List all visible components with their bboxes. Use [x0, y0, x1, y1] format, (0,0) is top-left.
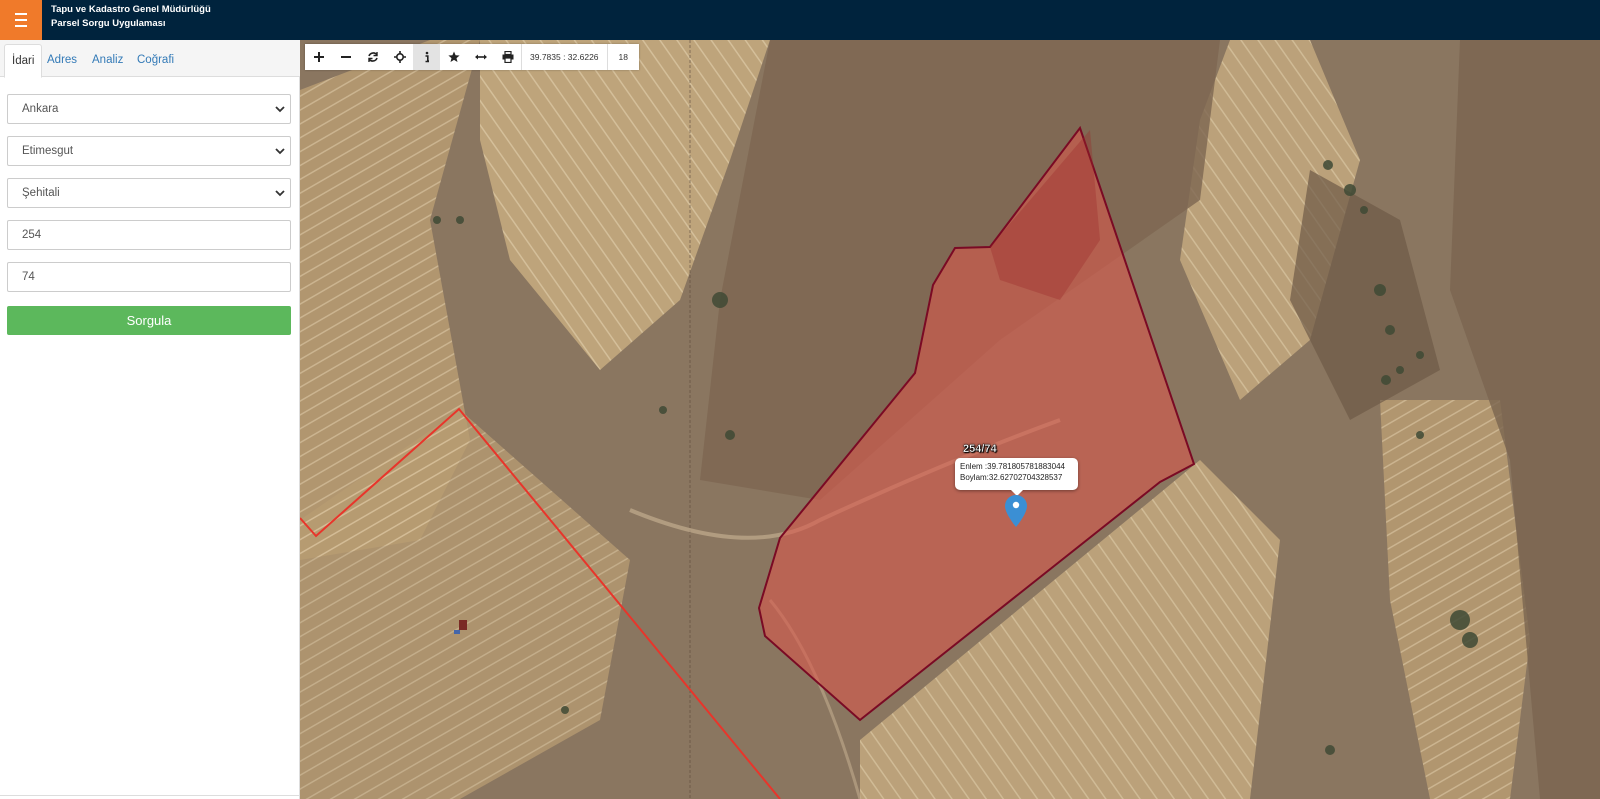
- map-view[interactable]: 39.7835 : 32.6226 18 254/74 Enlem :39.78…: [300, 40, 1600, 799]
- tab-analiz[interactable]: Analiz: [85, 44, 130, 77]
- zoom-in-button[interactable]: [305, 44, 332, 70]
- district-value: Etimesgut: [22, 145, 74, 157]
- neighborhood-select[interactable]: Şehitali: [7, 178, 291, 208]
- parcel-label: 254/74: [963, 443, 997, 455]
- zoom-out-icon: [340, 56, 351, 58]
- sidebar: İdari Adres Analiz Coğrafi Ankara Etimes…: [0, 40, 300, 799]
- app-title-line2: Parsel Sorgu Uygulaması: [51, 18, 166, 29]
- coordinate-readout: 39.7835 : 32.6226: [521, 44, 607, 70]
- latitude-text: Enlem :39.781805781883044: [960, 462, 1065, 471]
- block-input[interactable]: 254: [7, 220, 291, 250]
- app-header: Tapu ve Kadastro Genel Müdürlüğü Parsel …: [0, 0, 1600, 40]
- locate-icon: [393, 51, 406, 63]
- satellite-imagery: [300, 40, 1600, 799]
- coordinate-popup: Enlem :39.781805781883044 Boylam:32.6270…: [955, 458, 1078, 496]
- tab-bar: İdari Adres Analiz Coğrafi: [0, 40, 300, 78]
- province-value: Ankara: [22, 103, 59, 115]
- measure-icon: [474, 54, 487, 60]
- chevron-down-icon: [275, 106, 285, 113]
- locate-button[interactable]: [386, 44, 413, 70]
- star-icon: [447, 51, 460, 62]
- zoom-in-icon: [313, 52, 324, 62]
- hamburger-icon: [15, 11, 27, 29]
- app-title-line1: Tapu ve Kadastro Genel Müdürlüğü: [51, 4, 211, 15]
- map-toolbar: 39.7835 : 32.6226 18: [305, 44, 640, 70]
- parcel-input[interactable]: 74: [7, 262, 291, 292]
- info-icon: [425, 51, 429, 63]
- chevron-down-icon: [275, 148, 285, 155]
- neighborhood-value: Şehitali: [22, 187, 60, 199]
- tab-adres[interactable]: Adres: [40, 44, 84, 77]
- zoom-level: 18: [606, 44, 639, 70]
- info-button[interactable]: [413, 44, 440, 70]
- query-button[interactable]: Sorgula: [7, 306, 291, 335]
- tab-idari[interactable]: İdari: [4, 44, 43, 78]
- longitude-text: Boylam:32.62702704328537: [960, 473, 1063, 482]
- favorite-button[interactable]: [440, 44, 467, 70]
- map-marker-icon[interactable]: [1005, 495, 1027, 527]
- sidebar-divider: [0, 795, 299, 799]
- measure-button[interactable]: [467, 44, 494, 70]
- app-title: Tapu ve Kadastro Genel Müdürlüğü Parsel …: [51, 3, 211, 31]
- province-select[interactable]: Ankara: [7, 94, 291, 124]
- refresh-button[interactable]: [359, 44, 386, 70]
- refresh-icon: [367, 52, 378, 62]
- tab-cografi[interactable]: Coğrafi: [130, 44, 181, 77]
- print-icon: [502, 51, 513, 63]
- zoom-out-button[interactable]: [332, 44, 359, 70]
- menu-button[interactable]: [0, 0, 42, 40]
- district-select[interactable]: Etimesgut: [7, 136, 291, 166]
- chevron-down-icon: [275, 190, 285, 197]
- print-button[interactable]: [494, 44, 521, 70]
